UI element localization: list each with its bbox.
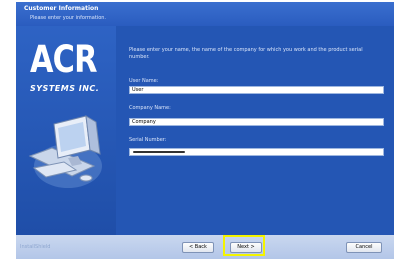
- masked-serial: [133, 151, 185, 153]
- installer-brand: InstallShield: [20, 244, 51, 250]
- cancel-button[interactable]: Cancel: [346, 242, 382, 253]
- computer-icon: [28, 115, 102, 188]
- company-name-input[interactable]: Company: [129, 118, 384, 126]
- next-button-highlight: [223, 235, 265, 256]
- button-bar: InstallShield < Back Next > Cancel: [16, 235, 394, 259]
- user-name-label: User Name:: [129, 78, 159, 84]
- user-name-input[interactable]: User: [129, 86, 384, 94]
- logo-subtext: SYSTEMS INC.: [30, 84, 100, 93]
- header-bar: Customer Information Please enter your i…: [16, 2, 394, 26]
- serial-number-label: Serial Number:: [129, 137, 167, 143]
- branding-panel: ACR SYSTEMS INC.: [16, 26, 116, 235]
- logo-text: ACR: [30, 38, 97, 81]
- serial-number-input[interactable]: [129, 148, 384, 156]
- window-title: Customer Information: [24, 5, 99, 12]
- form-area: Please enter your name, the name of the …: [116, 26, 394, 235]
- instructions-text: Please enter your name, the name of the …: [129, 47, 363, 60]
- window-subtitle: Please enter your information.: [30, 15, 107, 21]
- back-button[interactable]: < Back: [182, 242, 214, 253]
- company-name-label: Company Name:: [129, 105, 171, 111]
- installer-window: Customer Information Please enter your i…: [16, 2, 394, 259]
